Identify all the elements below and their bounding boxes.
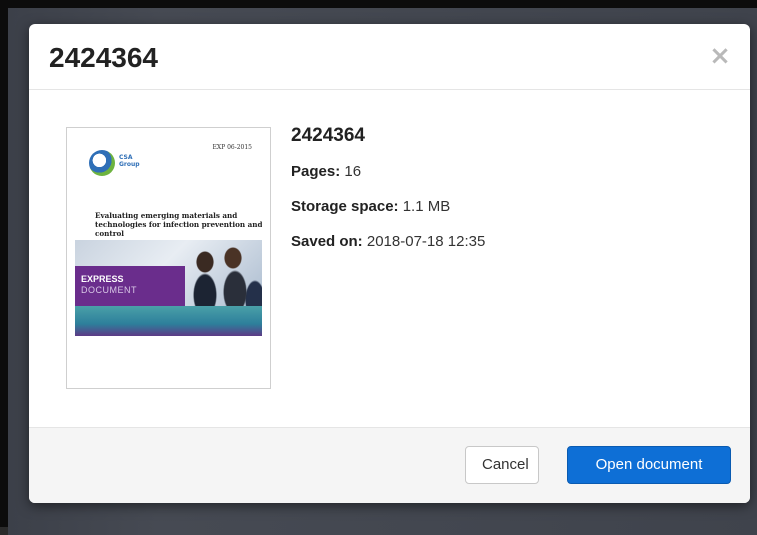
storage-value: 1.1 MB	[402, 198, 451, 215]
cover-title: Evaluating emerging materials and techno…	[95, 211, 262, 238]
cover-band-title: EXPRESS	[81, 274, 124, 284]
saved-label: Saved on:	[291, 233, 363, 250]
cancel-button[interactable]: Cancel	[465, 446, 539, 484]
cover-logo-text-2: Group	[119, 161, 140, 168]
pages-value: 16	[344, 163, 362, 180]
storage-label: Storage space:	[291, 198, 399, 215]
dialog-header: 2424364 ×	[29, 24, 750, 90]
dialog-body: CSA Group EXP 06-2015 Evaluating emergin…	[29, 90, 750, 427]
saved-row: Saved on: 2018-07-18 12:35	[291, 233, 485, 251]
dialog-title: 2424364	[49, 42, 159, 73]
pages-row: Pages: 16	[291, 163, 485, 181]
cover-code: EXP 06-2015	[212, 144, 252, 151]
document-dialog: 2424364 × CSA Group EXP 06-2015 Evaluati…	[29, 24, 750, 503]
document-info: 2424364 Pages: 16 Storage space: 1.1 MB …	[291, 125, 485, 268]
cover-band-subtitle: DOCUMENT	[81, 285, 137, 295]
cover-logo-text-1: CSA	[119, 154, 133, 161]
pages-label: Pages:	[291, 163, 341, 180]
document-thumbnail: CSA Group EXP 06-2015 Evaluating emergin…	[66, 127, 271, 389]
cover-logo-text: CSA Group	[119, 154, 140, 168]
open-document-button[interactable]: Open document	[567, 446, 731, 484]
storage-row: Storage space: 1.1 MB	[291, 198, 485, 216]
dialog-footer: Cancel Open document	[29, 427, 750, 503]
saved-value: 2018-07-18 12:35	[366, 233, 486, 250]
document-id: 2424364	[291, 125, 365, 146]
document-cover: CSA Group EXP 06-2015 Evaluating emergin…	[75, 136, 262, 380]
close-icon[interactable]: ×	[708, 42, 732, 70]
cover-band: EXPRESS DOCUMENT	[75, 266, 185, 306]
cover-bottom-graphic	[75, 306, 262, 336]
csa-logo-icon	[89, 150, 115, 176]
